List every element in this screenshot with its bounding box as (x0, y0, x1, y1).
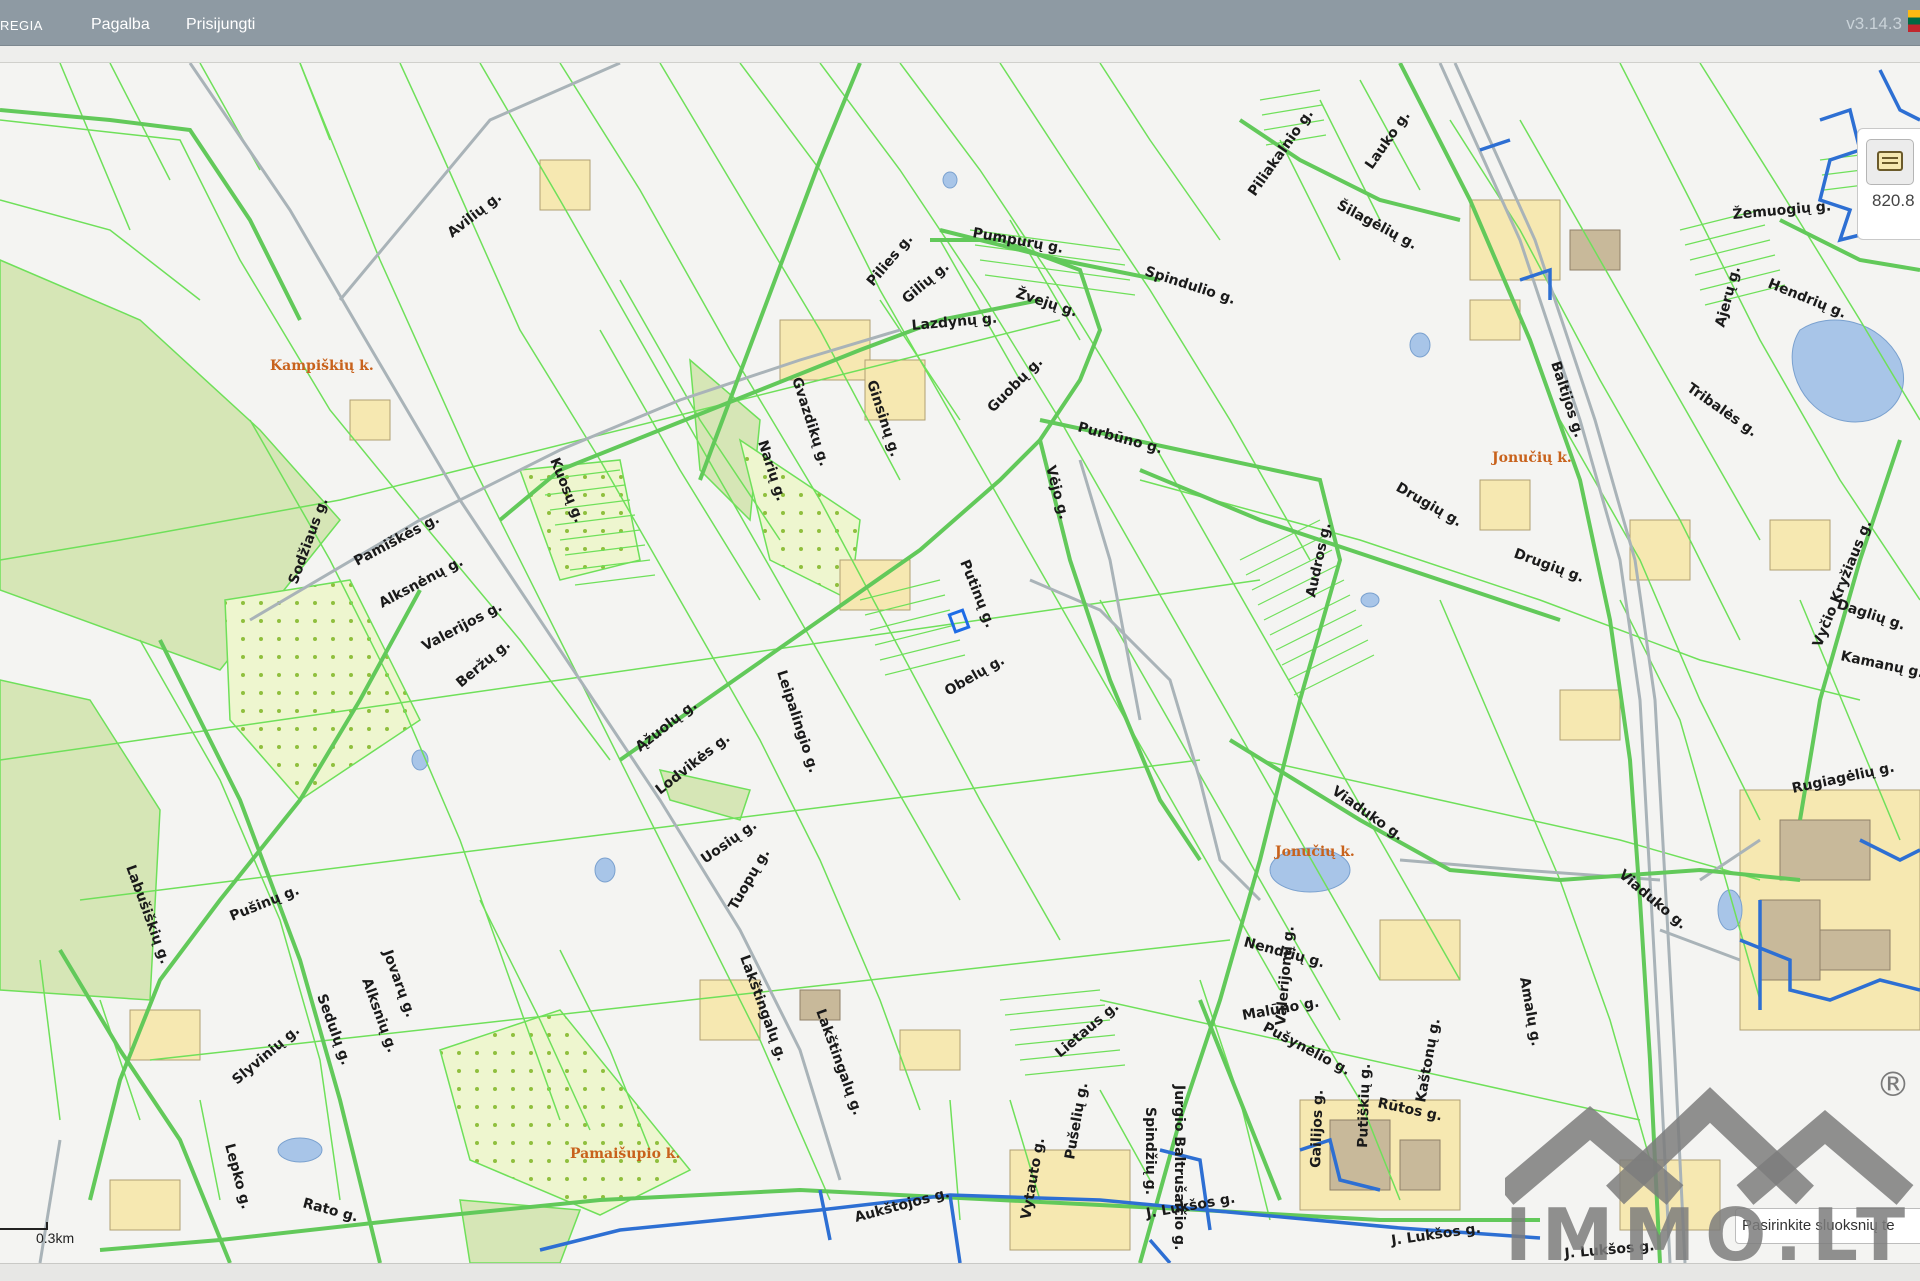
measure-tool-button[interactable] (1866, 139, 1914, 185)
immo-watermark: ® IMMO.LT (1505, 1065, 1920, 1280)
village-label: Kampiškių k. (270, 358, 374, 374)
street-label: Spindžių g. (1142, 1107, 1158, 1195)
village-label: Jonučių k. (1490, 450, 1572, 466)
street-label: Gailijos g. (1308, 1089, 1327, 1168)
toolbar-strip (0, 46, 1920, 63)
village-label: Pamaišupio k. (570, 1146, 680, 1162)
measure-tool-icon (1877, 151, 1903, 171)
scale-bar: 0.3km (0, 1216, 74, 1246)
street-label: Jurgio Baltrušaičio g. (1171, 1084, 1187, 1250)
version-label: v3.14.3 (1846, 14, 1902, 33)
measure-panel: 820.8 (1857, 128, 1920, 240)
scale-bar-line (0, 1222, 48, 1230)
lithuania-flag-icon[interactable] (1908, 10, 1920, 32)
village-label: Jonučių k. (1273, 844, 1355, 860)
street-label: Putiškių g. (1355, 1063, 1374, 1148)
top-bar: REGIA Pagalba Prisijungti v3.14.3 (0, 0, 1920, 46)
scale-label: 0.3km (36, 1230, 75, 1246)
status-bar (0, 1263, 1920, 1281)
login-link[interactable]: Prisijungti (186, 16, 255, 34)
help-link[interactable]: Pagalba (91, 16, 150, 34)
roof-logo-icon (1505, 1087, 1914, 1205)
brand-label[interactable]: REGIA (0, 18, 43, 33)
registered-mark: ® (1876, 1065, 1910, 1105)
measure-value: 820.8 (1872, 191, 1915, 210)
